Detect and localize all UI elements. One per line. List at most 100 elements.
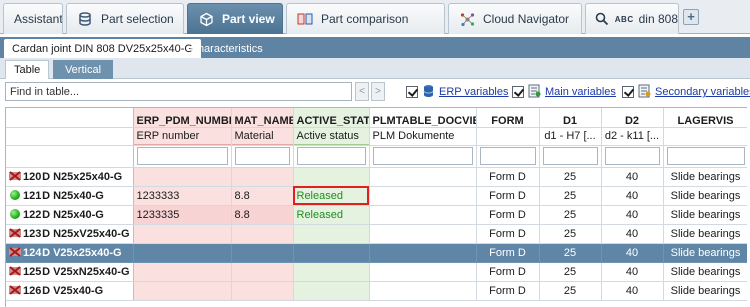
cell-d1[interactable]: 25 (539, 243, 602, 263)
doc-tab-characteristics[interactable]: Characteristics (182, 39, 271, 58)
cell-mat[interactable]: 8.8 (231, 186, 294, 206)
table-row[interactable]: 121 D N25x40-G 1233333 8.8 Released Form… (6, 186, 747, 206)
col-header-erp-pdm-number[interactable]: ERP_PDM_NUMBER (133, 108, 232, 128)
cell-d1[interactable]: 25 (539, 205, 602, 225)
cell-mat[interactable] (231, 281, 294, 301)
cell-d2[interactable]: 40 (601, 262, 664, 282)
cell-form[interactable]: Form D (476, 186, 540, 206)
erp-variables-checkbox[interactable] (406, 86, 418, 98)
row-header[interactable]: 124 D V25x25x40-G (6, 243, 134, 263)
cell-form[interactable]: Form D (476, 243, 540, 263)
cell-erp[interactable] (133, 281, 232, 301)
cell-state[interactable] (293, 224, 370, 244)
cell-d1[interactable]: 25 (539, 186, 602, 206)
add-tab-button[interactable]: + (683, 9, 699, 25)
cell-erp[interactable] (133, 262, 232, 282)
option-secondary-variables[interactable]: Secondary variables (622, 84, 750, 100)
cell-form[interactable]: Form D (476, 281, 540, 301)
cell-lagervis[interactable]: Slide bearings (663, 262, 747, 282)
cell-erp[interactable] (133, 243, 232, 263)
col-header-d1[interactable]: D1 (539, 108, 602, 128)
cell-plm[interactable] (369, 205, 477, 225)
filter-input-plm[interactable] (372, 147, 473, 165)
tab-cloud-navigator[interactable]: Cloud Navigator (448, 3, 582, 34)
secondary-variables-checkbox[interactable] (622, 86, 634, 98)
cell-erp[interactable] (133, 224, 232, 244)
filter-input-lagervis[interactable] (666, 147, 745, 165)
cell-mat[interactable] (231, 243, 294, 263)
table-row-selected[interactable]: 124 D V25x25x40-G Form D 25 40 Slide bea… (6, 243, 747, 263)
cell-lagervis[interactable]: Slide bearings (663, 167, 747, 187)
col-header-active-state[interactable]: ACTIVE_STATE (293, 108, 370, 128)
filter-input-d2[interactable] (604, 147, 660, 165)
row-header[interactable]: 126 D V25x40-G (6, 281, 134, 301)
cell-plm[interactable] (369, 243, 477, 263)
tab-part-view[interactable]: Part view (187, 3, 283, 34)
cell-plm[interactable] (369, 186, 477, 206)
cell-d2[interactable]: 40 (601, 205, 664, 225)
cell-d1[interactable]: 25 (539, 262, 602, 282)
cell-form[interactable]: Form D (476, 167, 540, 187)
table-row[interactable]: 122 D N25x40-G 1233335 8.8 Released Form… (6, 205, 747, 225)
col-header-d2[interactable]: D2 (601, 108, 664, 128)
row-header[interactable]: 122 D N25x40-G (6, 205, 134, 225)
cell-state[interactable] (293, 281, 370, 301)
cell-lagervis[interactable]: Slide bearings (663, 186, 747, 206)
tab-vertical[interactable]: Vertical (53, 60, 113, 79)
cell-d1[interactable]: 25 (539, 167, 602, 187)
cell-plm[interactable] (369, 167, 477, 187)
cell-d2[interactable]: 40 (601, 243, 664, 263)
col-header-mat-name[interactable]: MAT_NAME (231, 108, 294, 128)
row-header[interactable]: 125 D V25xN25x40-G (6, 262, 134, 282)
filter-input-form[interactable] (479, 147, 536, 165)
cell-plm[interactable] (369, 281, 477, 301)
row-header[interactable]: 123 D N25xV25x40-G (6, 224, 134, 244)
tab-part-comparison[interactable]: Part comparison (286, 3, 445, 34)
cell-form[interactable]: Form D (476, 205, 540, 225)
cell-d2[interactable]: 40 (601, 186, 664, 206)
cell-state[interactable] (293, 243, 370, 263)
filter-input-erp[interactable] (136, 147, 228, 165)
table-row[interactable]: 125 D V25xN25x40-G Form D 25 40 Slide be… (6, 262, 747, 282)
option-erp-variables[interactable]: ERP variables (406, 84, 509, 100)
cell-mat[interactable]: 8.8 (231, 205, 294, 225)
cell-state[interactable]: Released (293, 205, 370, 225)
next-match-button[interactable]: > (371, 82, 385, 101)
table-row[interactable]: 123 D N25xV25x40-G Form D 25 40 Slide be… (6, 224, 747, 244)
main-variables-link[interactable]: Main variables (545, 86, 616, 98)
row-header[interactable]: 121 D N25x40-G (6, 186, 134, 206)
cell-mat[interactable] (231, 262, 294, 282)
cell-erp[interactable]: 1233335 (133, 205, 232, 225)
secondary-variables-link[interactable]: Secondary variables (655, 86, 750, 98)
filter-input-mat[interactable] (234, 147, 290, 165)
cell-lagervis[interactable]: Slide bearings (663, 205, 747, 225)
cell-state-focused[interactable]: Released (293, 186, 370, 206)
cell-erp[interactable]: 1233333 (133, 186, 232, 206)
cell-plm[interactable] (369, 262, 477, 282)
cell-lagervis[interactable]: Slide bearings (663, 243, 747, 263)
filter-input-d1[interactable] (542, 147, 598, 165)
table-row[interactable]: 120 D N25x25x40-G Form D 25 40 Slide bea… (6, 167, 747, 187)
cell-d1[interactable]: 25 (539, 281, 602, 301)
cell-form[interactable]: Form D (476, 262, 540, 282)
row-header[interactable]: 120 D N25x25x40-G (6, 167, 134, 187)
cell-d1[interactable]: 25 (539, 224, 602, 244)
cell-lagervis[interactable]: Slide bearings (663, 224, 747, 244)
cell-lagervis[interactable]: Slide bearings (663, 281, 747, 301)
cell-form[interactable]: Form D (476, 224, 540, 244)
col-header-form[interactable]: FORM (476, 108, 540, 128)
option-main-variables[interactable]: Main variables (512, 84, 616, 100)
cell-state[interactable] (293, 167, 370, 187)
tab-part-selection[interactable]: Part selection (66, 3, 184, 34)
cell-d2[interactable]: 40 (601, 281, 664, 301)
tab-table[interactable]: Table (5, 60, 50, 79)
main-variables-checkbox[interactable] (512, 86, 524, 98)
cell-mat[interactable] (231, 224, 294, 244)
tab-search-din-808[interactable]: ABC din 808 (585, 3, 679, 34)
cell-erp[interactable] (133, 167, 232, 187)
doc-tab-part[interactable]: Cardan joint DIN 808 DV25x25x40-G (4, 39, 201, 58)
col-header-lagervis[interactable]: LAGERVIS (663, 108, 747, 128)
cell-mat[interactable] (231, 167, 294, 187)
cell-state[interactable] (293, 262, 370, 282)
tab-assistant[interactable]: Assistant (3, 3, 63, 34)
